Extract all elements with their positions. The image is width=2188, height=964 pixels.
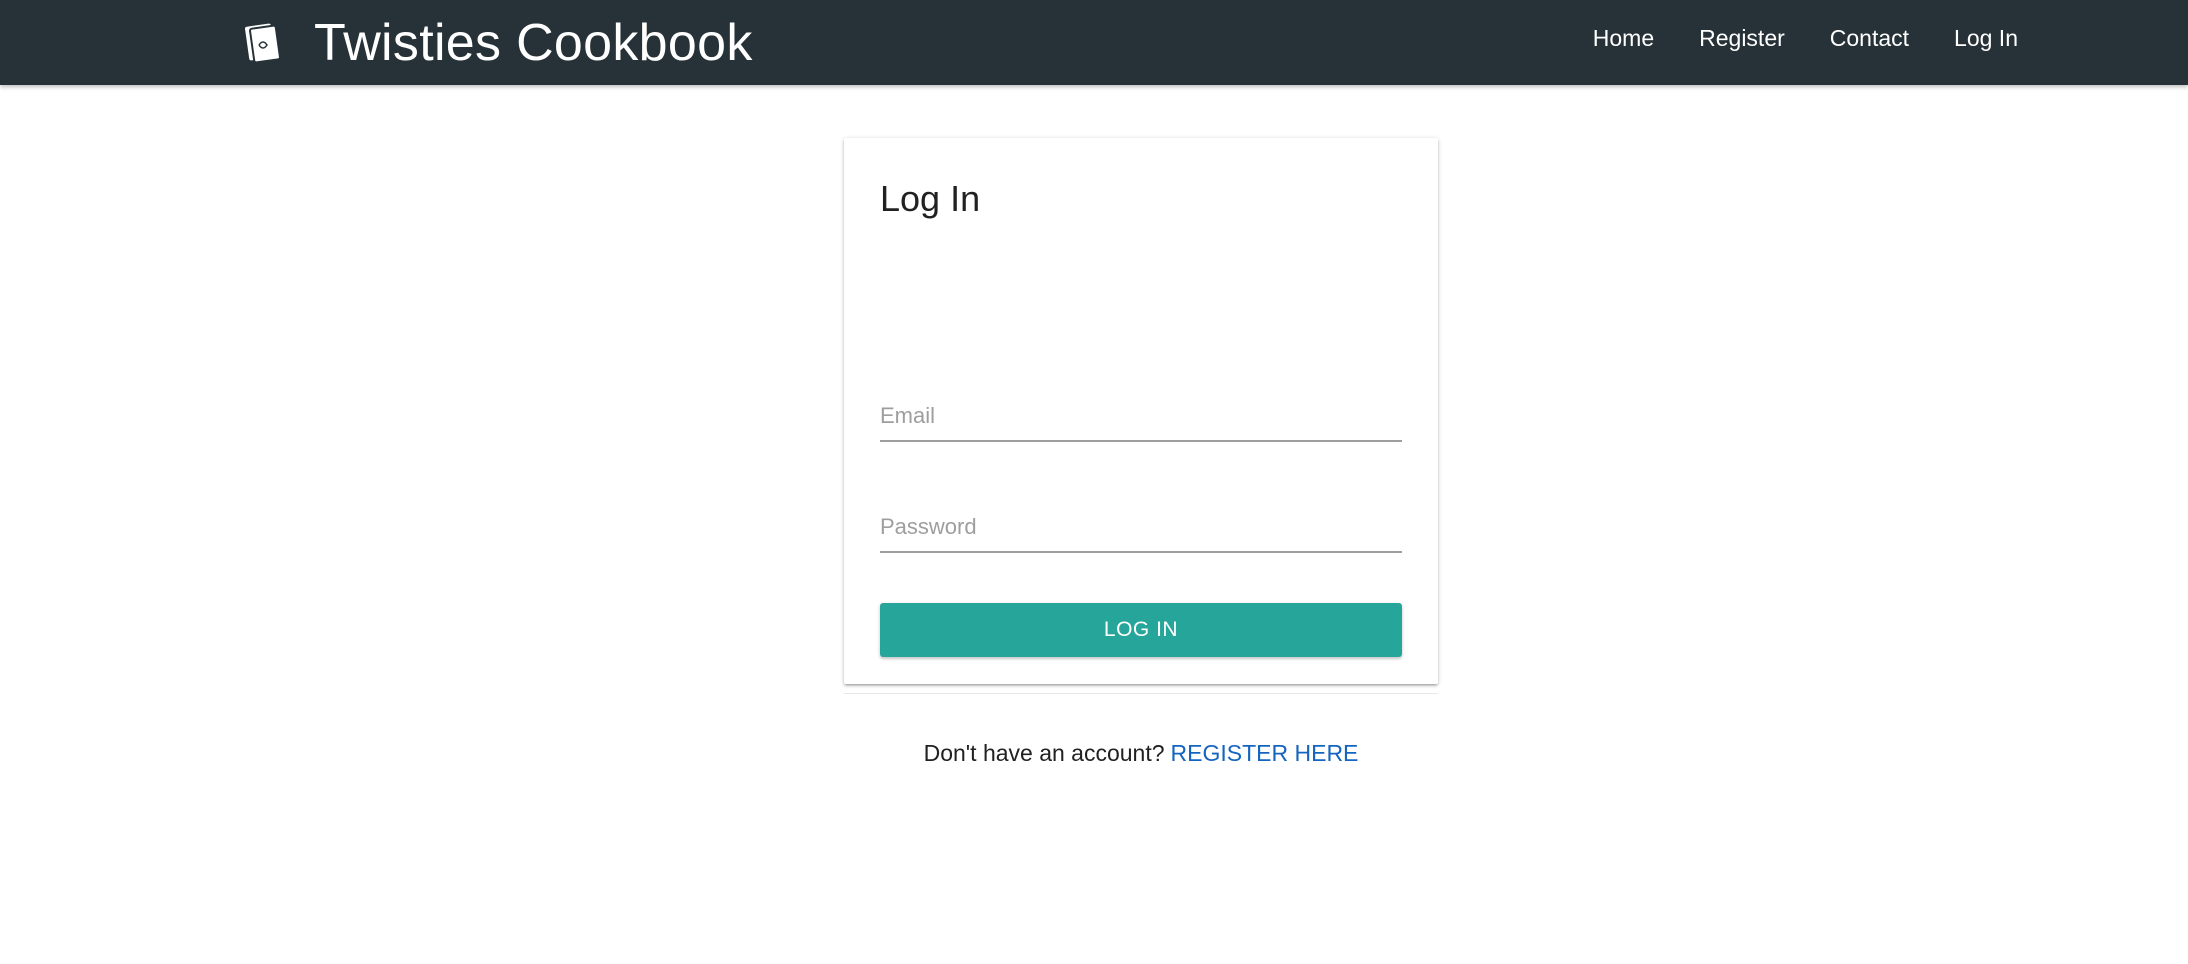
login-card: Log In LOG IN Don't have an account?REGI… bbox=[844, 138, 1438, 766]
password-field[interactable] bbox=[880, 503, 1402, 553]
navbar: Twisties Cookbook Home Register Contact … bbox=[0, 0, 2188, 85]
login-button[interactable]: LOG IN bbox=[880, 603, 1402, 657]
nav-home-link[interactable]: Home bbox=[1593, 25, 1654, 52]
nav-register-link[interactable]: Register bbox=[1699, 25, 1785, 52]
cookbook-icon bbox=[244, 21, 284, 65]
brand-title: Twisties Cookbook bbox=[314, 13, 753, 72]
register-prompt-line: Don't have an account? REGISTER HERE bbox=[844, 740, 1438, 767]
nav-login-link[interactable]: Log In bbox=[1954, 25, 2018, 52]
card-divider bbox=[844, 693, 1438, 694]
brand-link[interactable]: Twisties Cookbook bbox=[244, 0, 753, 85]
register-prompt: Don't have an account? bbox=[923, 740, 1165, 766]
register-here-link[interactable]: REGISTER HERE bbox=[1171, 740, 1359, 766]
nav-links: Home Register Contact Log In bbox=[1548, 0, 2018, 77]
email-field[interactable] bbox=[880, 392, 1402, 442]
login-title: Log In bbox=[880, 178, 981, 219]
nav-contact-link[interactable]: Contact bbox=[1830, 25, 1909, 52]
